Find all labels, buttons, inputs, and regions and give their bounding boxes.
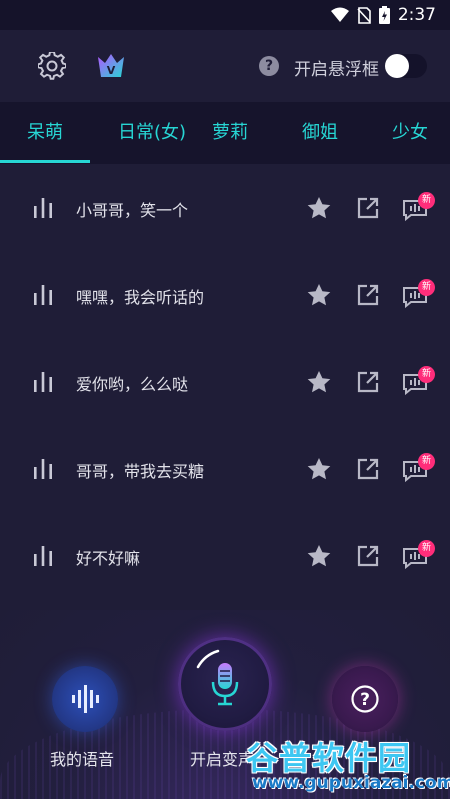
- active-tab-indicator: [0, 160, 90, 163]
- new-badge: 新: [418, 279, 435, 296]
- progress-ring: [196, 649, 220, 669]
- share-icon[interactable]: [356, 370, 380, 394]
- new-badge: 新: [418, 453, 435, 470]
- favorite-star-icon[interactable]: [306, 457, 332, 481]
- share-icon[interactable]: [356, 457, 380, 481]
- audio-bars-icon: [34, 285, 52, 305]
- my-voice-button[interactable]: [52, 666, 118, 732]
- sound-wave-icon: [72, 685, 99, 713]
- tab-loli[interactable]: 萝莉: [200, 102, 260, 164]
- new-badge: 新: [418, 366, 435, 383]
- start-voice-change-label: 开启变声: [190, 750, 255, 769]
- list-item[interactable]: 小哥哥，笑一个 新: [0, 164, 450, 251]
- new-badge: 新: [418, 540, 435, 557]
- list-item[interactable]: 哥哥，带我去买糖 新: [0, 425, 450, 512]
- voice-item-text: 嘿嘿，我会听话的: [76, 288, 205, 307]
- tab-cute[interactable]: 呆萌: [0, 102, 90, 164]
- favorite-star-icon[interactable]: [306, 370, 332, 394]
- voice-item-text: 爱你哟，么么哒: [76, 375, 189, 394]
- watermark-url: www.gupuxiazai.com: [252, 773, 450, 793]
- tab-daily-female[interactable]: 日常(女): [92, 102, 212, 164]
- list-item[interactable]: 好不好嘛 新: [0, 512, 450, 599]
- audio-bars-icon: [34, 546, 52, 566]
- list-item[interactable]: 嘿嘿，我会听话的 新: [0, 251, 450, 338]
- vip-crown-icon[interactable]: V: [96, 51, 126, 81]
- voice-item-text: 好不好嘛: [76, 549, 141, 568]
- help-button[interactable]: ?: [332, 666, 398, 732]
- svg-text:V: V: [107, 64, 116, 77]
- float-window-toggle[interactable]: [385, 54, 427, 78]
- settings-gear-icon[interactable]: [37, 50, 67, 80]
- watermark: 谷普软件园 www.gupuxiazai.com: [246, 733, 450, 799]
- favorite-star-icon[interactable]: [306, 544, 332, 568]
- svg-text:?: ?: [360, 690, 370, 710]
- clock-time: 2:37: [397, 5, 436, 25]
- audio-bars-icon: [34, 459, 52, 479]
- favorite-star-icon[interactable]: [306, 283, 332, 307]
- top-bar: V ? 开启悬浮框: [0, 30, 450, 102]
- tab-mature[interactable]: 御姐: [290, 102, 350, 164]
- share-icon[interactable]: [356, 283, 380, 307]
- help-icon[interactable]: ?: [259, 56, 279, 76]
- float-window-label: 开启悬浮框: [294, 60, 379, 80]
- toggle-knob: [385, 54, 409, 78]
- battery-charging-icon: [378, 6, 390, 24]
- new-badge: 新: [418, 192, 435, 209]
- question-circle-icon: ?: [351, 685, 379, 713]
- voice-item-text: 小哥哥，笑一个: [76, 201, 189, 220]
- status-bar: 2:37: [0, 0, 450, 30]
- tab-girl[interactable]: 少女: [380, 102, 440, 164]
- category-tabs: 呆萌 日常(女) 萝莉 御姐 少女: [0, 102, 450, 164]
- my-voice-label: 我的语音: [50, 750, 115, 769]
- audio-bars-icon: [34, 372, 52, 392]
- share-icon[interactable]: [356, 196, 380, 220]
- no-sim-icon: [357, 6, 371, 24]
- start-voice-change-button[interactable]: [178, 637, 272, 731]
- voice-item-text: 哥哥，带我去买糖: [76, 462, 205, 481]
- wifi-icon: [330, 7, 349, 23]
- audio-bars-icon: [34, 198, 52, 218]
- favorite-star-icon[interactable]: [306, 196, 332, 220]
- list-item[interactable]: 爱你哟，么么哒 新: [0, 338, 450, 425]
- share-icon[interactable]: [356, 544, 380, 568]
